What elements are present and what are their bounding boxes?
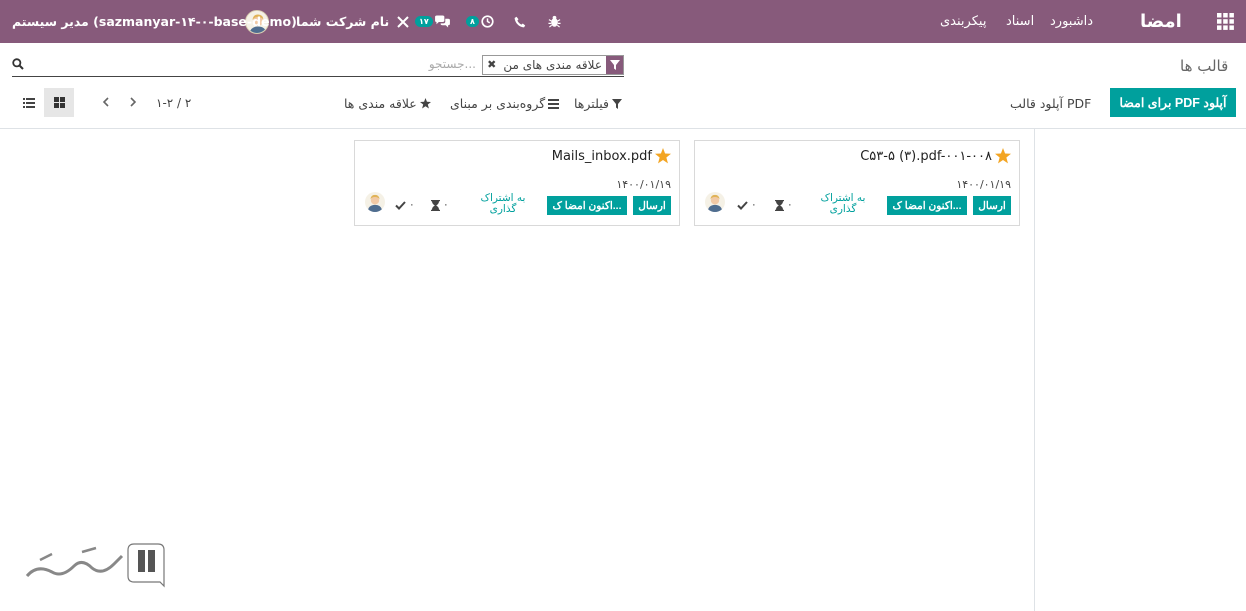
activity-badge: ۸ [466, 16, 479, 27]
wait-count: ۰ [443, 199, 449, 211]
card-date: ۱۴۰۰/۰۱/۱۹ [956, 178, 1011, 191]
avatar[interactable] [705, 192, 725, 212]
top-navbar: امضا داشبورد اسناد پیکربندی ۸ ۱۷ نام شرک… [0, 0, 1246, 43]
messaging-menu[interactable]: ۱۷ [415, 0, 451, 43]
star-icon[interactable] [655, 148, 671, 164]
wait-count: ۰ [787, 199, 793, 211]
check-count: ۰ [409, 199, 415, 211]
activity-menu[interactable]: ۸ [466, 0, 494, 43]
watermark-logo [22, 542, 167, 588]
kanban-view-button[interactable] [44, 88, 74, 117]
upload-pdf-sign-button[interactable]: آپلود PDF برای امضا [1110, 88, 1236, 117]
favorites-label: علاقه مندی ها [344, 96, 417, 111]
check-icon [737, 200, 748, 210]
sign-now-button[interactable]: اکنون امضا ک... [887, 196, 967, 215]
tools-icon [397, 15, 409, 28]
send-button[interactable]: ارسال [973, 196, 1011, 215]
card-title: Mails_inbox.pdf [552, 148, 671, 164]
company-name: نام شرکت شما [296, 14, 390, 29]
filters-dropdown[interactable]: فیلترها [574, 96, 622, 111]
app-brand[interactable]: امضا [1140, 0, 1182, 43]
user-name[interactable]: مدیر سیستم (sazmanyar-۱۴-۰-base-demo) [12, 0, 297, 43]
upload-template-button[interactable]: آپلود قالب PDF [1010, 96, 1091, 111]
chat-icon [434, 15, 450, 28]
card-title: C۵۳-۵ (۳).pdf-۰۰۱-۰۰۸ [860, 148, 1011, 164]
hourglass-icon [431, 199, 440, 211]
check-count: ۰ [751, 199, 757, 211]
search-icon[interactable] [12, 58, 24, 70]
sign-now-button[interactable]: اکنون امضا ک... [547, 196, 627, 215]
clock-icon [481, 15, 494, 28]
share-link[interactable]: به اشتراک گذاری [475, 193, 531, 215]
list-icon [23, 97, 35, 108]
page-title: قالب ها [1180, 57, 1229, 75]
list-view-button[interactable] [14, 88, 44, 117]
favorites-dropdown[interactable]: علاقه مندی ها [344, 96, 431, 111]
star-icon[interactable] [995, 148, 1011, 164]
template-card[interactable]: Mails_inbox.pdf ۱۴۰۰/۰۱/۱۹ ارسال اکنون ا… [354, 140, 680, 226]
apps-icon[interactable] [1214, 0, 1236, 43]
menu-configuration[interactable]: پیکربندی [940, 0, 986, 43]
menu-documents[interactable]: اسناد [1006, 0, 1034, 43]
template-card[interactable]: C۵۳-۵ (۳).pdf-۰۰۱-۰۰۸ ۱۴۰۰/۰۱/۱۹ ارسال ا… [694, 140, 1020, 226]
search-placeholder: جستجو... [428, 57, 476, 71]
menu-dashboard[interactable]: داشبورد [1050, 0, 1093, 43]
search-facet[interactable]: علاقه مندی های من ✖ [482, 55, 624, 75]
star-icon [419, 98, 431, 109]
card-name: C۵۳-۵ (۳).pdf-۰۰۱-۰۰۸ [860, 148, 992, 164]
chevron-right-icon[interactable] [126, 95, 140, 109]
facet-label: علاقه مندی های من [503, 58, 602, 72]
check-icon [395, 200, 406, 210]
pager-value[interactable]: ۱-۲ / ۲ [156, 96, 191, 110]
side-panel-divider [1034, 129, 1035, 611]
wait-stat: ۰ [431, 199, 449, 211]
grid-icon [53, 97, 65, 108]
facet-remove-icon[interactable]: ✖ [485, 56, 499, 74]
check-stat: ۰ [395, 199, 415, 211]
wait-stat: ۰ [775, 199, 793, 211]
avatar[interactable] [365, 192, 385, 212]
phone-icon[interactable] [514, 0, 526, 43]
chevron-left-icon[interactable] [99, 95, 113, 109]
filters-label: فیلترها [574, 96, 609, 111]
card-date: ۱۴۰۰/۰۱/۱۹ [616, 178, 671, 191]
bug-icon[interactable] [548, 0, 561, 43]
send-button[interactable]: ارسال [633, 196, 671, 215]
hourglass-icon [775, 199, 784, 211]
groupby-dropdown[interactable]: گروه‌بندی بر مبنای [450, 96, 560, 111]
check-stat: ۰ [737, 199, 757, 211]
groupby-label: گروه‌بندی بر مبنای [450, 96, 546, 111]
filter-icon [611, 98, 622, 109]
filter-icon [606, 56, 623, 74]
card-name: Mails_inbox.pdf [551, 148, 652, 164]
bars-icon [548, 98, 560, 109]
company-switcher[interactable]: نام شرکت شما [296, 0, 409, 43]
messages-badge: ۱۷ [415, 16, 433, 27]
share-link[interactable]: به اشتراک گذاری [815, 193, 871, 215]
